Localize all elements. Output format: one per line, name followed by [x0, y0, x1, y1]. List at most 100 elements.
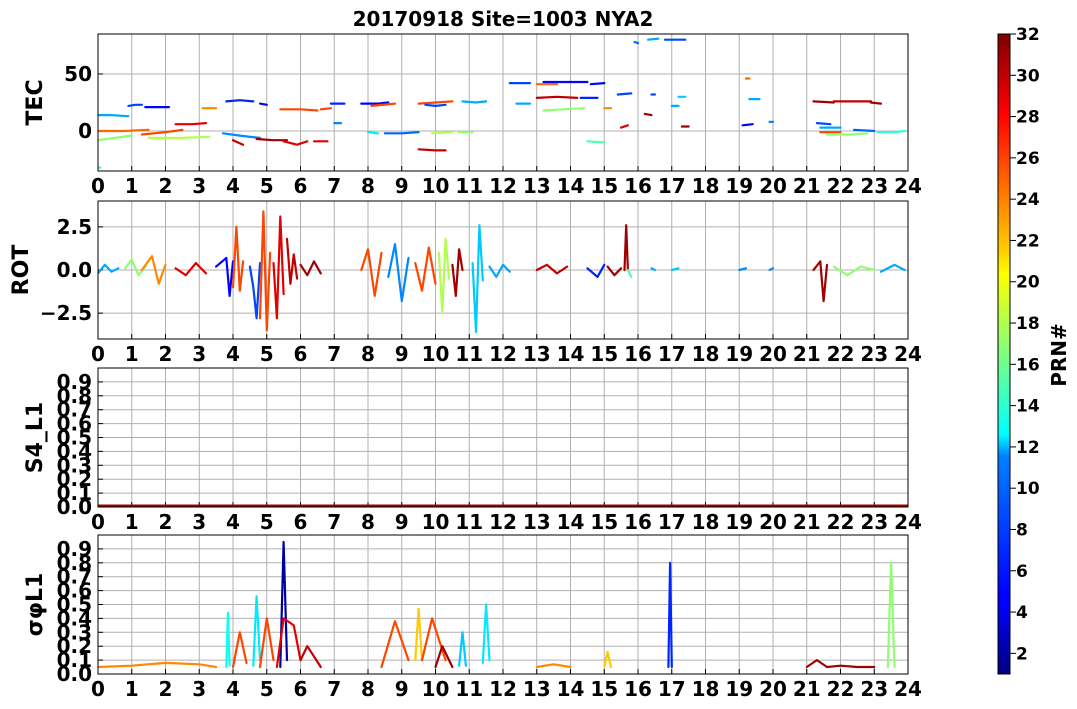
- x-tick-label: 10: [422, 174, 450, 198]
- x-tick-label: 13: [523, 342, 551, 366]
- x-tick-label: 16: [624, 677, 652, 701]
- x-tick-label: 14: [557, 510, 585, 534]
- x-tick-label: 19: [725, 342, 753, 366]
- x-tick-label: 2: [159, 342, 173, 366]
- x-tick-label: 20: [759, 342, 787, 366]
- x-tick-label: 13: [523, 510, 551, 534]
- series-prn-12: [481, 603, 491, 664]
- x-tick-label: 5: [260, 342, 274, 366]
- panel-sigma: 0 1 2 3 4 5 6 7 8 9 10 11 12 13 14 15 16 17 18 19 20 21 22 23 24…: [23, 534, 922, 701]
- series-prn-9: [387, 243, 410, 303]
- series-prn-22: [414, 607, 424, 662]
- x-tick-label: 5: [260, 510, 274, 534]
- y-tick-label: 2.5: [57, 215, 92, 239]
- x-tick-label: 17: [658, 677, 686, 701]
- x-tick-label: 18: [692, 677, 720, 701]
- x-tick-label: 9: [395, 510, 409, 534]
- series-prn-24: [535, 663, 572, 669]
- colorbar-tick-label: 28: [1016, 108, 1040, 128]
- x-tick-label: 13: [523, 677, 551, 701]
- colorbar-label: PRN#: [1047, 323, 1071, 387]
- series-prn-30: [299, 645, 322, 669]
- series-prn-26: [231, 631, 248, 669]
- x-tick-label: 6: [294, 677, 308, 701]
- figure-title: 20170918 Site=1003 NYA2: [353, 7, 654, 31]
- x-tick-label: 23: [860, 342, 888, 366]
- series-prn-29: [174, 122, 208, 126]
- x-tick-label: 19: [725, 677, 753, 701]
- x-tick-label: 15: [590, 342, 618, 366]
- series-prn-5: [741, 123, 754, 127]
- x-tick-label: 22: [827, 510, 855, 534]
- series-prn-5: [215, 256, 235, 297]
- x-tick-label: 18: [692, 342, 720, 366]
- x-tick-label: 14: [557, 174, 585, 198]
- series-prn-9: [221, 132, 262, 139]
- series-prn-26: [319, 107, 332, 111]
- series-prn-10: [647, 37, 660, 41]
- series-prn-25: [98, 128, 150, 133]
- x-tick-label: 9: [395, 174, 409, 198]
- x-tick-label: 2: [159, 510, 173, 534]
- series-prn-26: [360, 248, 383, 297]
- x-tick-label: 1: [125, 510, 139, 534]
- series-prn-17: [886, 561, 896, 669]
- x-tick-label: 6: [294, 342, 308, 366]
- series-prn-24: [98, 661, 218, 669]
- series-prn-26: [279, 108, 319, 112]
- x-tick-label: 11: [455, 510, 483, 534]
- colorbar-tick-label: 32: [1016, 25, 1040, 45]
- series-prn-10: [650, 267, 656, 272]
- x-tick-label: 13: [523, 174, 551, 198]
- x-tick-label: 2: [159, 677, 173, 701]
- x-tick-label: 0: [91, 510, 105, 534]
- series-prn-31: [643, 112, 653, 117]
- y-tick-label: 0.9: [57, 370, 92, 394]
- x-tick-label: 10: [422, 510, 450, 534]
- series-prn-18: [431, 131, 454, 135]
- y-axis-label: ROT: [9, 245, 34, 296]
- series-prn-10: [461, 100, 488, 104]
- panels: 0 1 2 3 4 5 6 7 8 9 10 11 12 13 14 15 16 17 18 19 20 21 22 23 24…: [9, 33, 922, 701]
- x-tick-label: 6: [294, 174, 308, 198]
- x-tick-label: 22: [827, 342, 855, 366]
- y-tick-label: 0: [78, 119, 92, 143]
- x-tick-label: 8: [361, 342, 375, 366]
- x-tick-label: 4: [226, 677, 240, 701]
- series-prn-31: [255, 137, 289, 142]
- x-tick-label: 4: [226, 342, 240, 366]
- series-prn-31: [299, 260, 322, 277]
- x-tick-label: 7: [327, 677, 341, 701]
- x-tick-label: 12: [489, 174, 517, 198]
- series-prn-7: [815, 122, 832, 126]
- x-tick-label: 2: [159, 174, 173, 198]
- x-tick-label: 21: [793, 342, 821, 366]
- colorbar-tick-label: 30: [1016, 66, 1040, 86]
- series-prn-29: [174, 262, 208, 277]
- series-prn-8: [633, 40, 640, 45]
- x-tick-label: 14: [557, 342, 585, 366]
- x-tick-label: 7: [327, 510, 341, 534]
- x-tick-label: 8: [361, 510, 375, 534]
- colorbar-tick-label: 8: [1016, 520, 1028, 540]
- colorbar-tick-label: 6: [1016, 562, 1028, 582]
- series-prn-10: [879, 263, 906, 273]
- x-tick-label: 8: [361, 174, 375, 198]
- x-tick-label: 11: [455, 174, 483, 198]
- series-prn-11: [471, 224, 484, 334]
- x-tick-label: 15: [590, 677, 618, 701]
- series-prn-26: [258, 210, 272, 332]
- x-tick-label: 0: [91, 174, 105, 198]
- series-prn-31: [451, 248, 464, 297]
- series-prn-30: [417, 148, 447, 152]
- series-prn-7: [248, 262, 262, 320]
- series-prn-13: [225, 611, 231, 669]
- x-tick-label: 17: [658, 174, 686, 198]
- x-tick-label: 10: [422, 342, 450, 366]
- series-prn-5: [360, 101, 390, 105]
- x-tick-label: 22: [827, 677, 855, 701]
- x-tick-label: 4: [226, 510, 240, 534]
- x-tick-label: 9: [395, 342, 409, 366]
- x-tick-label: 17: [658, 510, 686, 534]
- x-tick-label: 15: [590, 174, 618, 198]
